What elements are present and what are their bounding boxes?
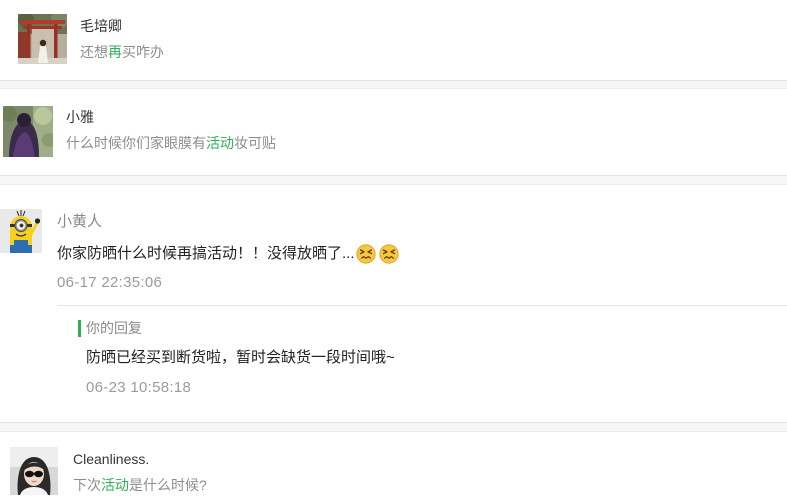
user-name[interactable]: Cleanliness. bbox=[73, 449, 149, 469]
avatar[interactable] bbox=[3, 106, 53, 157]
user-name[interactable]: 毛培卿 bbox=[80, 16, 122, 36]
list-item[interactable]: 毛培卿 还想再买咋办 bbox=[0, 0, 787, 80]
message-text-segment: 妆可贴 bbox=[234, 135, 276, 151]
reply-text: 防晒已经买到断货啦，暂时会缺货一段时间哦~ bbox=[86, 349, 395, 366]
list-item[interactable]: Cleanliness. 下次活动是什么时候? bbox=[0, 432, 787, 503]
avatar-image bbox=[10, 447, 58, 495]
highlight-keyword: 活动 bbox=[206, 135, 234, 151]
message-text-segment: 什么时候你们家眼膜有 bbox=[66, 135, 206, 151]
reply-divider bbox=[57, 305, 787, 306]
row-separator bbox=[0, 422, 787, 432]
message-text-segment: 是什么时候? bbox=[129, 477, 207, 493]
avatar[interactable] bbox=[10, 447, 58, 495]
message-text: 还想再买咋办 bbox=[80, 42, 164, 62]
reply-label: 你的回复 bbox=[86, 320, 142, 336]
message-timestamp: 06-17 22:35:06 bbox=[57, 274, 163, 291]
message-text: 什么时候你们家眼膜有活动妆可贴 bbox=[66, 133, 276, 153]
message-list: 毛培卿 还想再买咋办 小雅 什么时候你们家眼膜有活动妆可贴 小黄人 你家防晒什么… bbox=[0, 0, 787, 503]
avatar-image bbox=[3, 106, 53, 157]
message-text-segment: 下次 bbox=[73, 477, 101, 493]
confounded-face-icon bbox=[378, 244, 399, 264]
highlight-keyword: 再 bbox=[108, 44, 122, 60]
list-item[interactable]: 小雅 什么时候你们家眼膜有活动妆可贴 bbox=[0, 89, 787, 175]
message-text-segment: 买咋办 bbox=[122, 44, 164, 60]
user-name[interactable]: 小黄人 bbox=[57, 212, 102, 232]
message-text: 下次活动是什么时候? bbox=[73, 475, 207, 495]
row-separator bbox=[0, 175, 787, 185]
avatar-image bbox=[18, 14, 67, 64]
confounded-face-icon bbox=[355, 244, 376, 264]
avatar[interactable] bbox=[0, 209, 42, 253]
highlight-keyword: 活动 bbox=[101, 477, 129, 493]
avatar-image bbox=[0, 209, 42, 253]
user-name[interactable]: 小雅 bbox=[66, 107, 94, 127]
reply-timestamp: 06-23 10:58:18 bbox=[86, 379, 192, 396]
list-item[interactable]: 小黄人 你家防晒什么时候再搞活动！！没得放晒了... 06-17 22:35:0… bbox=[0, 185, 787, 422]
message-text-segment: 你家防晒什么时候再搞活动！！没得放晒了... bbox=[57, 245, 355, 262]
message-text: 你家防晒什么时候再搞活动！！没得放晒了... bbox=[57, 243, 402, 265]
message-text-segment: 还想 bbox=[80, 44, 108, 60]
emoji-group bbox=[355, 243, 402, 265]
reply-indicator-bar bbox=[78, 320, 81, 337]
row-separator bbox=[0, 80, 787, 89]
avatar[interactable] bbox=[18, 14, 67, 64]
